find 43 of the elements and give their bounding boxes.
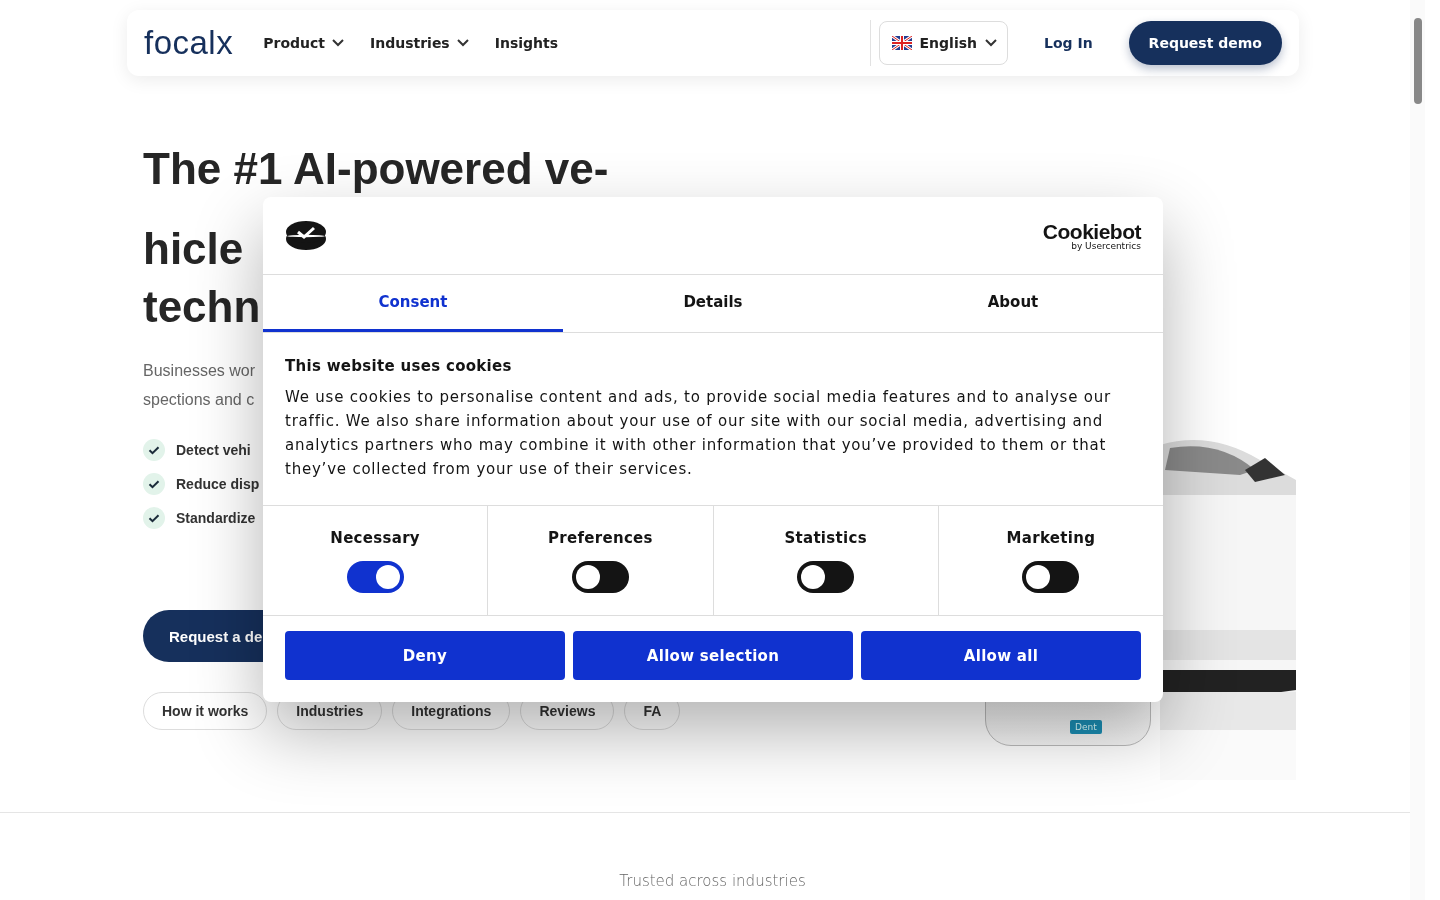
category-label: Marketing bbox=[1006, 528, 1096, 547]
consent-button[interactable]: Deny bbox=[285, 631, 565, 680]
category-label: Preferences bbox=[547, 528, 653, 547]
toggle-switch[interactable] bbox=[571, 560, 629, 593]
toggle-switch[interactable] bbox=[1022, 560, 1080, 593]
category-label: Statistics bbox=[784, 528, 867, 547]
dialog-title: This website uses cookies bbox=[285, 357, 513, 375]
consent-button[interactable]: Allow selection bbox=[573, 631, 853, 680]
login-link[interactable]: Log In bbox=[1038, 34, 1099, 52]
toggle-switch[interactable] bbox=[346, 560, 404, 593]
dialog-text: We use cookies to personalise content and ads, to provide social media features and to analyse our traffic. We also share information about your use of our site with our social media, advertising and analytics partners who may combine it with other information that you’ve provided to them or that they’ve collected from your use of their services. bbox=[285, 387, 1112, 480]
brand-logo: Cookiebot by Usercentrics bbox=[1042, 220, 1141, 251]
heading-line: hicle bbox=[143, 223, 244, 275]
dialog-tab[interactable]: Details bbox=[563, 275, 863, 332]
cookie-check-icon bbox=[285, 220, 327, 251]
damage-tag: Dent bbox=[1070, 720, 1102, 734]
nav-link[interactable]: Industries bbox=[370, 35, 469, 51]
nav-link[interactable]: Insights bbox=[494, 35, 559, 51]
language-selector[interactable]: English bbox=[878, 21, 1008, 65]
flag-icon bbox=[891, 36, 912, 50]
check-icon bbox=[143, 439, 165, 461]
section-link[interactable]: How it works bbox=[143, 692, 268, 730]
logo[interactable]: focalx bbox=[144, 24, 234, 62]
feature-text: Detect vehi bbox=[176, 442, 251, 458]
dialog-tab[interactable]: About bbox=[863, 275, 1163, 332]
dialog-tab[interactable]: Consent bbox=[263, 275, 563, 332]
scrollbar[interactable] bbox=[1410, 0, 1425, 900]
heading-line: The #1 AI-powered ve- bbox=[143, 143, 609, 195]
feature-text: Standardize bbox=[176, 510, 256, 526]
request-demo-button[interactable]: Request demo bbox=[1128, 21, 1282, 65]
section-title: Trusted across industries bbox=[618, 872, 807, 890]
check-icon bbox=[143, 507, 165, 529]
heading-line: techn bbox=[143, 281, 261, 333]
chevron-down-icon bbox=[456, 39, 469, 47]
feature-text: Reduce disp bbox=[176, 476, 260, 492]
chevron-down-icon bbox=[332, 39, 344, 47]
consent-button[interactable]: Allow all bbox=[861, 631, 1141, 680]
category-label: Necessary bbox=[330, 528, 420, 547]
nav-link[interactable]: Product bbox=[263, 35, 344, 51]
check-icon bbox=[143, 473, 165, 495]
toggle-switch[interactable] bbox=[797, 560, 855, 593]
hero-description: Businesses wor spections and c bbox=[143, 361, 256, 410]
chevron-down-icon bbox=[985, 39, 997, 47]
